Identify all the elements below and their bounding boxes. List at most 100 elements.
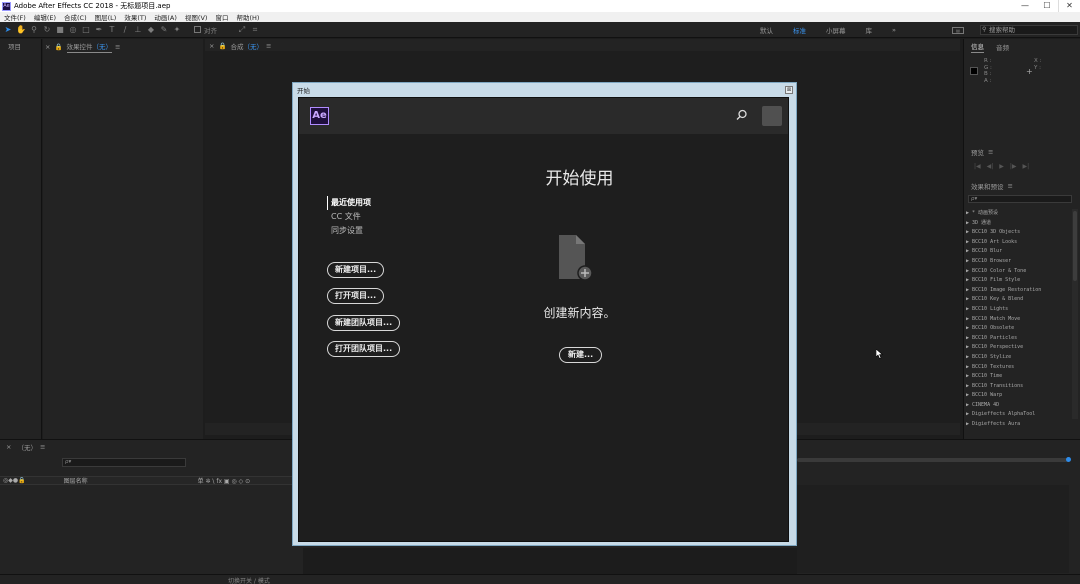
timeline-track-area[interactable] [797, 485, 1069, 573]
workspace-default[interactable]: 默认 [760, 25, 773, 35]
list-item[interactable]: ▶ BCC10 Warp [966, 391, 1070, 401]
avatar[interactable] [762, 106, 782, 126]
tab-effects-presets[interactable]: 效果和预设 [971, 181, 1004, 191]
play-icon[interactable]: ▶ [999, 163, 1004, 170]
list-item[interactable]: ▶ CINEMA 4D [966, 401, 1070, 411]
camera-tool-icon[interactable]: ■ [55, 25, 65, 35]
tab-project[interactable]: 项目 [8, 41, 21, 51]
close-tab-icon[interactable]: × [6, 443, 11, 451]
hand-tool-icon[interactable]: ✋ [16, 25, 26, 35]
list-item[interactable]: ▶ Digieffects Aura [966, 420, 1070, 430]
nav-sync-settings[interactable]: 同步设置 [327, 224, 371, 238]
list-item[interactable]: ▶ BCC10 Transitions [966, 382, 1070, 392]
first-frame-icon[interactable]: |◀ [974, 163, 981, 170]
lock-icon[interactable]: 🔒 [54, 43, 62, 51]
tab-audio[interactable]: 音频 [996, 42, 1009, 52]
list-item[interactable]: ▶ BCC10 Blur [966, 247, 1070, 257]
prev-frame-icon[interactable]: ◀| [987, 163, 994, 170]
clone-stamp-tool-icon[interactable]: ⊥ [133, 25, 143, 35]
dialog-close-button[interactable]: ⊠ [785, 86, 793, 94]
menu-effect[interactable]: 效果(T) [120, 12, 150, 22]
shape-tool-icon[interactable]: □ [81, 25, 91, 35]
timeline-search-input[interactable]: ρ▾ [62, 458, 186, 467]
effects-scrollbar[interactable] [1072, 209, 1078, 419]
menu-animation[interactable]: 动画(A) [150, 12, 181, 22]
list-item[interactable]: ▶ BCC10 Film Style [966, 276, 1070, 286]
search-icon[interactable] [736, 109, 748, 121]
close-tab-icon[interactable]: × [209, 42, 214, 50]
time-navigator-end-handle[interactable] [1066, 457, 1071, 462]
menu-view[interactable]: 视图(V) [181, 12, 212, 22]
list-item[interactable]: ▶ BCC10 Color & Tone [966, 267, 1070, 277]
snapping-toggle[interactable]: 对齐 [194, 25, 217, 35]
lock-icon[interactable]: 🔒 [218, 42, 226, 50]
panel-menu-icon[interactable]: ≡ [40, 443, 45, 451]
list-item[interactable]: ▶ BCC10 Stylize [966, 353, 1070, 363]
eraser-tool-icon[interactable]: ◆ [146, 25, 156, 35]
search-help-input[interactable]: ⚲ 搜索帮助 [980, 25, 1078, 35]
maximize-button[interactable]: ☐ [1036, 0, 1058, 12]
tab-info[interactable]: 信息 [971, 41, 984, 53]
list-item[interactable]: ▶ BCC10 Lights [966, 305, 1070, 315]
panel-menu-icon[interactable]: ≡ [1008, 182, 1013, 190]
close-window-button[interactable]: ✕ [1058, 0, 1080, 12]
list-item[interactable]: ▶ BCC10 Textures [966, 363, 1070, 373]
snap-options-icon[interactable]: ⤢ [237, 25, 247, 35]
zoom-tool-icon[interactable]: ⚲ [29, 25, 39, 35]
list-item[interactable]: ▶ 3D 通道 [966, 219, 1070, 229]
menu-help[interactable]: 帮助(H) [232, 12, 263, 22]
workspace-more-button[interactable]: » [892, 26, 896, 34]
panel-menu-icon[interactable]: ≡ [115, 43, 120, 51]
type-tool-icon[interactable]: T [107, 25, 117, 35]
menu-layer[interactable]: 图层(L) [91, 12, 121, 22]
workspace-standard[interactable]: 标准 [793, 25, 806, 35]
selection-tool-icon[interactable]: ➤ [3, 25, 13, 35]
new-button[interactable]: 新建... [559, 347, 603, 363]
panel-menu-icon[interactable]: ≡ [988, 148, 993, 156]
list-item[interactable]: ▶ BCC10 Particles [966, 334, 1070, 344]
list-item[interactable]: ▶ * 动画预设 [966, 209, 1070, 219]
list-item[interactable]: ▶ BCC10 Browser [966, 257, 1070, 267]
tab-effects-controls[interactable]: 效果控件（无） [66, 41, 113, 53]
list-item[interactable]: ▶ BCC10 Obsolete [966, 324, 1070, 334]
time-navigator[interactable] [797, 457, 1071, 462]
close-tab-icon[interactable]: × [45, 43, 50, 51]
list-item[interactable]: ▶ Digieffects AlphaTool [966, 410, 1070, 420]
keyboard-icon[interactable]: ▤ [952, 27, 964, 34]
scrollbar-thumb[interactable] [1073, 211, 1077, 281]
list-item[interactable]: ▶ BCC10 Key & Blend [966, 295, 1070, 305]
pan-behind-tool-icon[interactable]: ◎ [68, 25, 78, 35]
minimize-button[interactable]: — [1014, 0, 1036, 12]
layer-name-header[interactable]: 图层名称 [64, 476, 88, 485]
workspace-libraries[interactable]: 库 [866, 25, 873, 35]
menu-file[interactable]: 文件(F) [0, 12, 30, 22]
list-item[interactable]: ▶ BCC10 3D Objects [966, 228, 1070, 238]
list-item[interactable]: ▶ BCC10 Image Restoration [966, 286, 1070, 296]
snapping-checkbox[interactable] [194, 26, 201, 33]
open-team-project-button[interactable]: 打开团队项目... [327, 341, 401, 357]
rotate-tool-icon[interactable]: ↻ [42, 25, 52, 35]
menu-window[interactable]: 窗口 [211, 12, 232, 22]
effects-search-input[interactable]: ρ▾ [968, 195, 1072, 203]
menu-composition[interactable]: 合成(C) [60, 12, 91, 22]
menu-edit[interactable]: 编辑(E) [30, 12, 60, 22]
list-item[interactable]: ▶ BCC10 Match Move [966, 315, 1070, 325]
next-frame-icon[interactable]: |▶ [1010, 163, 1017, 170]
list-item[interactable]: ▶ BCC10 Time [966, 372, 1070, 382]
tab-composition[interactable]: 合成（无） [231, 41, 264, 51]
open-project-button[interactable]: 打开项目... [327, 288, 385, 304]
tab-preview[interactable]: 预览 [971, 147, 984, 157]
nav-cc-files[interactable]: CC 文件 [327, 210, 371, 224]
last-frame-icon[interactable]: ▶| [1023, 163, 1030, 170]
roto-brush-tool-icon[interactable]: ✎ [159, 25, 169, 35]
new-project-button[interactable]: 新建项目... [327, 262, 385, 278]
pen-tool-icon[interactable]: ✒ [94, 25, 104, 35]
workspace-small-screen[interactable]: 小屏幕 [826, 25, 846, 35]
puppet-tool-icon[interactable]: ✦ [172, 25, 182, 35]
panel-menu-icon[interactable]: ≡ [266, 42, 271, 50]
snap-grid-icon[interactable]: ⌗ [250, 25, 260, 35]
brush-tool-icon[interactable]: ∕ [120, 25, 130, 35]
list-item[interactable]: ▶ BCC10 Perspective [966, 343, 1070, 353]
nav-recent[interactable]: 最近使用项 [327, 196, 371, 210]
tab-timeline[interactable]: （无） [17, 442, 37, 452]
